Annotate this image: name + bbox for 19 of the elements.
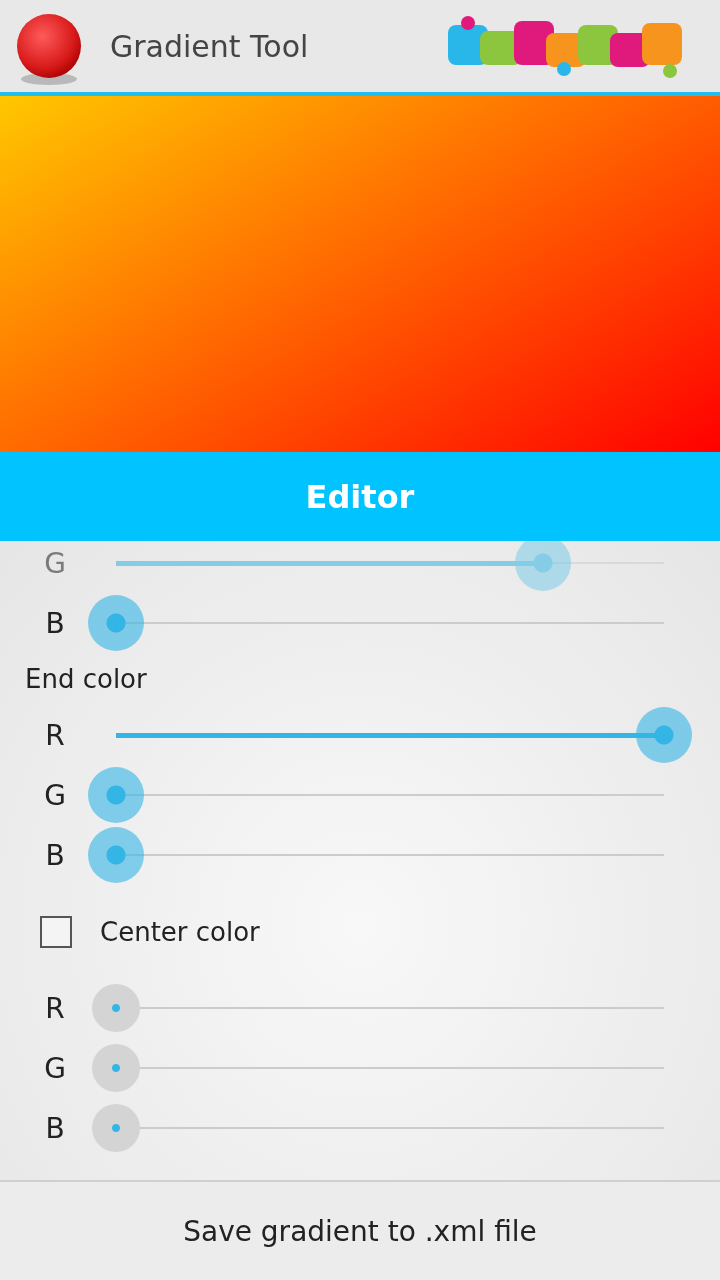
slider-label: B — [44, 838, 66, 872]
checkbox-label: Center color — [100, 916, 260, 947]
slider-label: R — [44, 991, 66, 1025]
slider-thumb[interactable] — [88, 595, 144, 651]
slider-label: R — [44, 718, 66, 752]
save-button[interactable]: Save gradient to .xml file — [0, 1180, 720, 1280]
slider-thumb[interactable] — [636, 707, 692, 763]
checkbox[interactable] — [40, 915, 72, 948]
end-color-heading: End color — [24, 663, 147, 696]
section-title: Editor — [305, 477, 415, 516]
slider-thumb[interactable] — [88, 767, 144, 823]
slider-label: G — [43, 778, 67, 812]
slider-thumb[interactable] — [88, 827, 144, 883]
slider-label: B — [44, 606, 66, 640]
app-title: Gradient Tool — [110, 28, 310, 64]
slider-label: G — [43, 1051, 67, 1085]
slider-label: B — [44, 1111, 66, 1145]
slider-label: G — [43, 546, 67, 580]
ball-icon — [14, 13, 84, 87]
